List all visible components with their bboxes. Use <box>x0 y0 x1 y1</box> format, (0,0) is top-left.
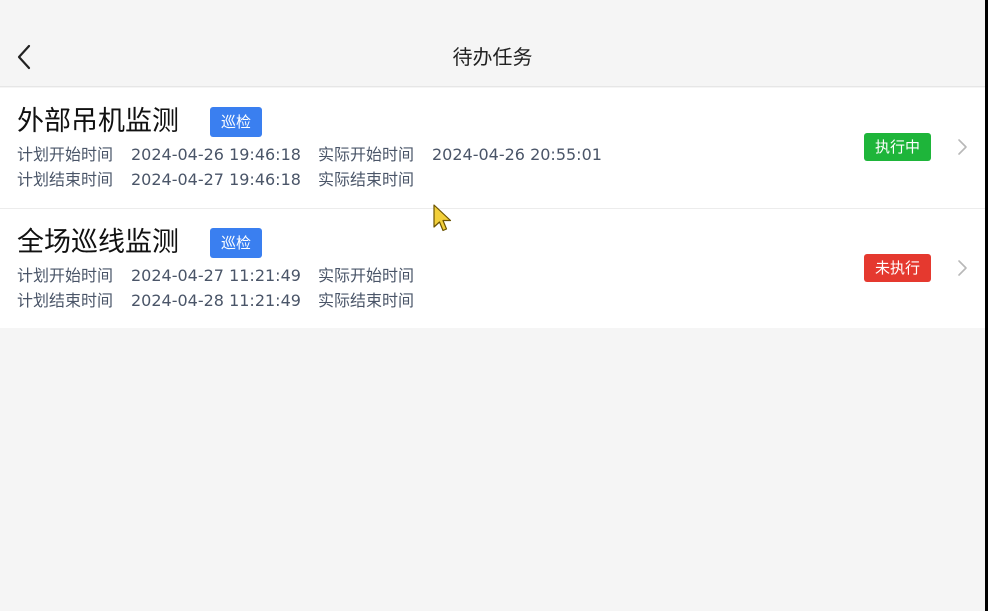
status-badge: 执行中 <box>864 133 931 161</box>
task-list: 外部吊机监测 巡检 计划开始时间 2024-04-26 19:46:18 实际开… <box>0 88 985 328</box>
plan-start-value: 2024-04-27 11:21:49 <box>131 266 301 285</box>
plan-start-label: 计划开始时间 <box>17 266 114 285</box>
plan-end-label: 计划结束时间 <box>17 291 114 310</box>
top-nav-bar: 待办任务 <box>0 0 985 87</box>
actual-start-label: 实际开始时间 <box>318 266 415 285</box>
page-title: 待办任务 <box>452 45 533 69</box>
task-card[interactable]: 全场巡线监测 巡检 计划开始时间 2024-04-27 11:21:49 实际开… <box>0 208 985 328</box>
task-name: 全场巡线监测 <box>17 227 179 258</box>
task-type-tag: 巡检 <box>210 228 262 258</box>
app-screen: 待办任务 外部吊机监测 巡检 计划开始时间 2024-04-26 19:46:1… <box>0 0 985 611</box>
task-card[interactable]: 外部吊机监测 巡检 计划开始时间 2024-04-26 19:46:18 实际开… <box>0 88 985 208</box>
chevron-right-icon <box>955 137 969 157</box>
actual-end-label: 实际结束时间 <box>318 291 415 310</box>
actual-start-label: 实际开始时间 <box>318 145 415 164</box>
plan-end-value: 2024-04-28 11:21:49 <box>131 291 301 310</box>
mouse-pointer-icon <box>432 203 454 233</box>
actual-end-label: 实际结束时间 <box>318 170 415 189</box>
plan-end-value: 2024-04-27 19:46:18 <box>131 170 301 189</box>
plan-start-label: 计划开始时间 <box>17 145 114 164</box>
task-type-tag: 巡检 <box>210 107 262 137</box>
plan-start-value: 2024-04-26 19:46:18 <box>131 145 301 164</box>
actual-start-value: 2024-04-26 20:55:01 <box>432 145 602 164</box>
chevron-right-icon <box>955 258 969 278</box>
status-badge: 未执行 <box>864 254 931 282</box>
plan-end-label: 计划结束时间 <box>17 170 114 189</box>
task-name: 外部吊机监测 <box>17 106 179 137</box>
